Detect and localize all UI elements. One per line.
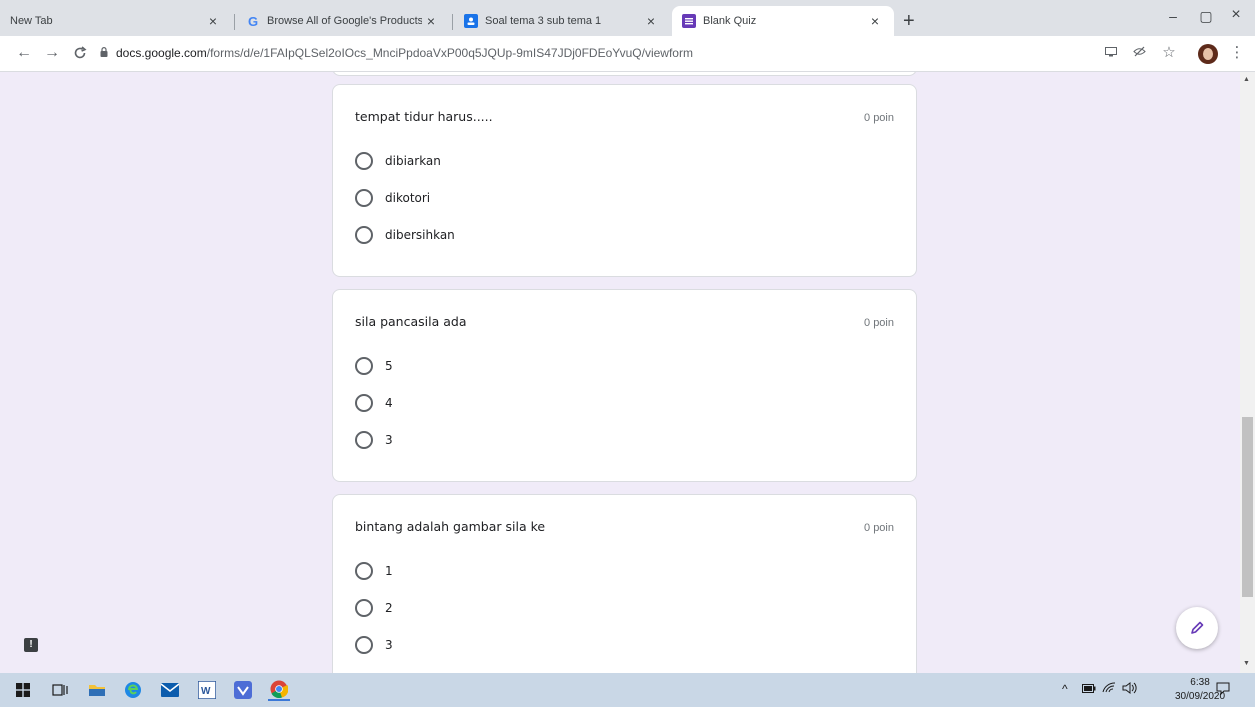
classroom-icon: [464, 14, 478, 28]
star-icon[interactable]: ☆: [1160, 43, 1178, 61]
option-radio[interactable]: 2: [355, 599, 393, 617]
radio-icon[interactable]: [355, 357, 373, 375]
word-icon[interactable]: W: [196, 679, 218, 701]
option-radio[interactable]: dibiarkan: [355, 152, 441, 170]
volume-icon[interactable]: [1122, 682, 1138, 697]
task-view-icon[interactable]: [49, 679, 71, 701]
option-label: 3: [385, 638, 393, 652]
option-label: dibersihkan: [385, 228, 455, 242]
tab-label: Blank Quiz: [703, 15, 757, 27]
forms-icon: [682, 14, 696, 28]
windows-start-icon[interactable]: [12, 679, 34, 701]
scroll-up-icon[interactable]: ▲: [1243, 76, 1250, 83]
page-scrollbar[interactable]: ▲ ▼: [1240, 72, 1255, 673]
tab-close-icon[interactable]: ×: [866, 13, 884, 29]
windows-taskbar: W ^ 6:38 30/09/2020: [0, 673, 1255, 707]
radio-icon[interactable]: [355, 431, 373, 449]
question-title: bintang adalah gambar sila ke: [355, 519, 546, 534]
tab-blank-quiz[interactable]: Blank Quiz ×: [672, 6, 894, 36]
notification-icon[interactable]: [1216, 682, 1230, 698]
chrome-icon[interactable]: [268, 679, 290, 701]
tab-label: Soal tema 3 sub tema 1: [485, 15, 602, 27]
close-window-button[interactable]: ×: [1226, 6, 1246, 24]
radio-icon[interactable]: [355, 394, 373, 412]
option-label: 3: [385, 433, 393, 447]
svg-text:W: W: [201, 686, 211, 697]
tab-soal-tema[interactable]: Soal tema 3 sub tema 1 ×: [454, 6, 670, 36]
question-points: 0 poin: [864, 112, 894, 124]
option-radio[interactable]: 4: [355, 394, 393, 412]
option-radio[interactable]: 5: [355, 357, 393, 375]
new-tab-button[interactable]: +: [903, 9, 915, 33]
question-points: 0 poin: [864, 522, 894, 534]
report-icon[interactable]: !: [24, 638, 38, 652]
question-title: tempat tidur harus.....: [355, 109, 493, 124]
google-g-icon: G: [247, 13, 259, 29]
address-bar[interactable]: docs.google.com/forms/d/e/1FAIpQLSel2oIO…: [116, 46, 693, 60]
option-radio[interactable]: dibersihkan: [355, 226, 455, 244]
radio-icon[interactable]: [355, 599, 373, 617]
option-radio[interactable]: dikotori: [355, 189, 430, 207]
option-radio[interactable]: 1: [355, 562, 393, 580]
forward-icon[interactable]: →: [42, 44, 62, 62]
mail-icon[interactable]: [159, 679, 181, 701]
url-host: docs.google.com: [116, 46, 207, 60]
tab-strip: New Tab × G Browse All of Google's Produ…: [0, 0, 1255, 36]
option-label: 1: [385, 564, 393, 578]
file-explorer-icon[interactable]: [86, 679, 108, 701]
cast-icon[interactable]: [1102, 45, 1120, 60]
option-label: 2: [385, 601, 393, 615]
store-icon[interactable]: [232, 679, 254, 701]
radio-icon[interactable]: [355, 562, 373, 580]
eye-off-icon[interactable]: [1130, 45, 1148, 60]
lock-icon: [100, 47, 108, 57]
edit-button[interactable]: [1176, 607, 1218, 649]
browser-toolbar: ← → docs.google.com/forms/d/e/1FAIpQLSel…: [0, 36, 1255, 72]
wifi-icon[interactable]: [1102, 682, 1116, 696]
option-label: 5: [385, 359, 393, 373]
chevron-up-icon[interactable]: ^: [1062, 682, 1068, 696]
minimize-button[interactable]: –: [1163, 8, 1183, 24]
radio-icon[interactable]: [355, 152, 373, 170]
tab-close-icon[interactable]: ×: [642, 13, 660, 29]
url-path: /forms/d/e/1FAIpQLSel2oIOcs_MnciPpdoaVxP…: [206, 46, 693, 60]
option-label: dibiarkan: [385, 154, 441, 168]
tab-separator: [452, 14, 453, 30]
tab-label: Browse All of Google's Products: [267, 15, 422, 27]
radio-icon[interactable]: [355, 189, 373, 207]
question-title: sila pancasila ada: [355, 314, 467, 329]
option-radio[interactable]: 3: [355, 636, 393, 654]
avatar[interactable]: [1198, 44, 1218, 64]
option-label: dikotori: [385, 191, 431, 205]
question-points: 0 poin: [864, 317, 894, 329]
battery-icon[interactable]: [1082, 682, 1096, 696]
edge-icon[interactable]: [122, 679, 144, 701]
back-icon[interactable]: ←: [14, 44, 34, 62]
tab-separator: [234, 14, 235, 30]
maximize-button[interactable]: ▢: [1196, 8, 1216, 25]
tab-close-icon[interactable]: ×: [422, 13, 440, 29]
edit-pencil-icon: [1191, 621, 1204, 634]
tab-close-icon[interactable]: ×: [204, 13, 222, 29]
reload-icon[interactable]: [70, 44, 90, 65]
question-card: bintang adalah gambar sila ke 0 poin 1 2…: [332, 494, 917, 673]
menu-dots-icon[interactable]: ⋮: [1228, 43, 1246, 61]
scroll-down-icon[interactable]: ▼: [1243, 660, 1250, 667]
scroll-thumb[interactable]: [1242, 417, 1253, 597]
radio-icon[interactable]: [355, 226, 373, 244]
tab-new-tab[interactable]: New Tab ×: [0, 6, 232, 36]
option-label: 4: [385, 396, 393, 410]
question-card: sila pancasila ada 0 poin 5 4 3: [332, 289, 917, 482]
radio-icon[interactable]: [355, 636, 373, 654]
tab-google-products[interactable]: G Browse All of Google's Products ×: [236, 6, 450, 36]
question-card: tempat tidur harus..... 0 poin dibiarkan…: [332, 84, 917, 277]
option-radio[interactable]: 3: [355, 431, 393, 449]
previous-card-edge: [332, 72, 917, 76]
tab-label: New Tab: [10, 15, 53, 27]
form-page: tempat tidur harus..... 0 poin dibiarkan…: [0, 72, 1240, 673]
